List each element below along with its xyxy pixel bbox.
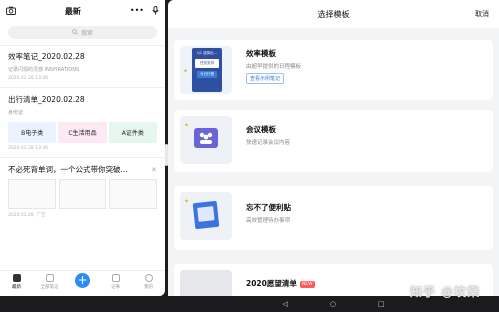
tab-notes[interactable]: 记事: [104, 274, 128, 290]
search-placeholder: 搜索: [80, 30, 93, 37]
ad-image: [109, 179, 158, 209]
cancel-button[interactable]: 取消: [475, 9, 489, 19]
search-icon: [72, 28, 78, 37]
folder-icon: [45, 274, 54, 282]
meeting-icon: [194, 128, 218, 148]
back-icon[interactable]: ◁: [282, 300, 287, 308]
note-tag: C生活用品: [58, 122, 107, 143]
home-icon[interactable]: ○: [330, 300, 336, 308]
template-name: 会议模板: [246, 125, 276, 134]
tab-profile[interactable]: 我的: [137, 274, 161, 290]
more-icon[interactable]: •••: [130, 6, 144, 17]
note-tag: B电子类: [8, 122, 57, 143]
ad-image-row: [8, 179, 158, 209]
profile-icon: [144, 274, 153, 282]
ad-image: [8, 179, 56, 209]
note-date: 2020.02.28 13:46: [8, 76, 49, 81]
template-card-meeting[interactable]: ✦ 会议模板 快速记录会议内容: [174, 110, 493, 172]
search-input[interactable]: 搜索: [8, 26, 157, 39]
template-title: 选择模板: [317, 9, 350, 19]
sparkle-icon: ✦: [184, 198, 190, 205]
note-title: 效率笔记_2020.02.28: [8, 52, 85, 61]
note-subtitle: 身份证: [8, 110, 24, 116]
camera-icon[interactable]: [6, 6, 16, 17]
add-note-button[interactable]: +: [71, 273, 95, 288]
template-desc: 由超早提供的日程模板: [246, 64, 302, 70]
new-badge: NEW: [299, 280, 315, 288]
ad-image: [58, 179, 107, 209]
page-title: 最新: [64, 6, 81, 16]
note-tag-row: B电子类 C生活用品 A证件类: [8, 122, 157, 143]
template-thumbnail: ✦: [180, 116, 232, 164]
note-date: 2020.02.28 13:46: [8, 146, 49, 151]
template-desc: 高效管理待办事项: [246, 218, 291, 224]
note-subtitle: 记录闪现的灵感 INSPIRATIONS: [8, 67, 80, 73]
template-name: 忘不了便利贴: [246, 203, 291, 212]
template-card-efficiency[interactable]: Q1 选择出... 任务安排 今日行程 ✦ 效率模板 由超早提供的日程模板 查看…: [174, 40, 493, 100]
template-desc: 快速记录会议内容: [246, 140, 291, 146]
template-card-sticky[interactable]: ✦ 忘不了便利贴 高效管理待办事项: [174, 186, 493, 250]
latest-icon: [12, 274, 21, 282]
tab-latest[interactable]: 最新: [5, 274, 29, 290]
plus-icon: +: [75, 273, 90, 288]
ad-label: 广告: [36, 213, 46, 218]
note-item[interactable]: 出行清单_2020.02.28 身份证 B电子类 C生活用品 A证件类 2020…: [0, 87, 165, 157]
note-tag: A证件类: [108, 122, 157, 143]
note-date: 2020.02.28 广告: [8, 213, 46, 218]
sparkle-icon: ✦: [184, 122, 190, 129]
template-header: 选择模板 取消: [168, 0, 499, 28]
tab-all-notes[interactable]: 全部笔记: [38, 274, 62, 290]
template-name: 2020愿望清单 NEW: [246, 279, 315, 288]
template-thumbnail: Q1 选择出... 任务安排 今日行程 ✦: [180, 46, 232, 94]
template-thumbnail: ✦: [180, 192, 232, 240]
note-item[interactable]: 效率笔记_2020.02.28 记录闪现的灵感 INSPIRATIONS 202…: [0, 45, 165, 87]
template-name: 效率模板: [246, 49, 276, 58]
note-title: 不必死背单词，一个公式带你突破...: [8, 165, 128, 174]
close-icon[interactable]: ✕: [151, 166, 157, 174]
template-thumbnail: [180, 270, 232, 296]
bottom-tabbar: 最新 全部笔记 + 记事 我的: [0, 270, 165, 296]
pen-icon: [111, 274, 120, 282]
planner-card-graphic: Q1 选择出... 任务安排 今日行程: [192, 48, 222, 92]
sticky-note-icon: [192, 200, 220, 230]
template-picker-pane: 选择模板 取消 Q1 选择出... 任务安排 今日行程 ✦ 效率模板 由超早提供…: [168, 0, 499, 296]
recents-icon[interactable]: □: [378, 300, 385, 308]
note-title: 出行清单_2020.02.28: [8, 95, 85, 104]
watermark: 知乎 @坟樂: [410, 285, 481, 299]
view-sample-button[interactable]: 查看示例笔记: [246, 73, 285, 84]
note-item-ad[interactable]: 不必死背单词，一个公式带你突破... ✕ 2020.02.28 广告: [0, 157, 165, 224]
notes-header: 最新 •••: [0, 0, 165, 22]
sparkle-icon: ✦: [183, 68, 189, 75]
notes-list-pane: 最新 ••• 搜索 效率笔记_2020.02.28 记录闪现的灵感 INSPIR…: [0, 0, 165, 296]
mic-icon[interactable]: [152, 5, 159, 17]
